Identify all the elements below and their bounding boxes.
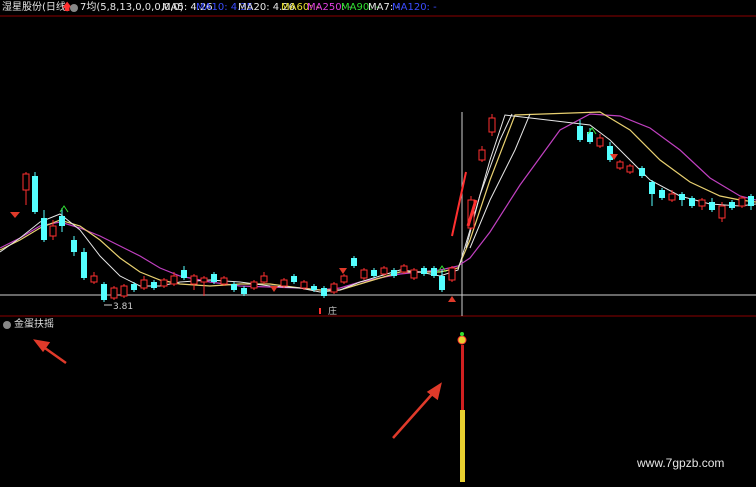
candle-body (391, 270, 397, 276)
candle-body (626, 165, 634, 173)
candle-body (131, 284, 137, 290)
candle-body (668, 193, 676, 201)
candle-body (596, 137, 604, 147)
candle-body (81, 252, 87, 278)
candle-body (280, 279, 288, 287)
candle-body (400, 265, 408, 273)
kline-chart[interactable]: 3.81 庄 (0, 0, 756, 487)
indicator-name[interactable]: 金蛋扶摇 (14, 318, 54, 332)
annotation-arrow-left (33, 339, 67, 365)
candle-body (729, 202, 735, 208)
candle-body (698, 199, 706, 207)
trend-stroke (451, 171, 467, 237)
candle-body (49, 225, 57, 237)
annotation-arrow-right (392, 382, 442, 439)
sell-arrow-icon (339, 268, 347, 274)
candle-body (410, 269, 418, 279)
ma-extra-line-2 (469, 113, 531, 249)
candle-body (351, 258, 357, 266)
ma-short-line (0, 114, 756, 293)
candle-body (616, 161, 624, 169)
candle-body (639, 168, 645, 176)
candle-body (380, 267, 388, 275)
candle-body (371, 270, 377, 276)
candle-body (689, 198, 695, 206)
candle-body (32, 176, 38, 212)
low-price-label: 3.81 (113, 302, 133, 312)
candle-body (181, 270, 187, 278)
indicator-dot-icon[interactable] (3, 321, 11, 329)
candle-body (211, 274, 217, 282)
candle-body (577, 126, 583, 140)
candle-body (160, 279, 168, 287)
candle-body (311, 286, 317, 290)
candle-body (101, 284, 107, 300)
ma-long-line (0, 113, 756, 291)
candle-body (250, 281, 258, 289)
candle-body (321, 288, 327, 296)
candle-body (190, 275, 198, 285)
watermark: www.7gpzb.com (637, 456, 725, 470)
candle-body (607, 146, 613, 160)
candle-body (22, 173, 30, 191)
candle-body (709, 202, 715, 210)
candle-body (340, 275, 348, 283)
candle-body (738, 197, 746, 207)
candle-body (241, 288, 247, 294)
candle-body (300, 281, 308, 289)
candle-body (659, 190, 665, 198)
candle-body (110, 287, 118, 299)
candle-body (330, 283, 338, 293)
golden-egg-icon (457, 335, 467, 345)
candle-body (679, 194, 685, 200)
candle-body (360, 269, 368, 279)
candle-body (220, 277, 228, 285)
candle-body (748, 196, 754, 206)
candle-body (649, 182, 655, 194)
zhuang-marker: 庄 (328, 305, 337, 317)
club-icon (59, 205, 69, 213)
candle-body (120, 285, 128, 297)
sell-arrow-icon (270, 286, 278, 292)
indicator-bar-red (461, 345, 464, 410)
candle-body (170, 275, 178, 285)
candle-body (448, 267, 456, 281)
candle-body (140, 279, 148, 289)
candle-body (59, 216, 65, 226)
candle-body (41, 218, 47, 240)
candle-body (151, 282, 157, 288)
buy-arrow-icon (448, 296, 456, 302)
candle-body (90, 275, 98, 283)
candle-body (200, 277, 208, 283)
small-red-bar (319, 308, 321, 314)
candle-body (231, 284, 237, 290)
ma-mid-line (0, 111, 756, 291)
candle-body (488, 117, 496, 133)
sell-arrow-icon (10, 212, 20, 218)
candle-body (439, 276, 445, 290)
candle-body (431, 268, 437, 276)
candle-body (421, 268, 427, 274)
candle-body (260, 275, 268, 283)
candle-body (291, 276, 297, 282)
candle-body (478, 149, 486, 161)
candle-body (718, 205, 726, 219)
candle-body (71, 240, 77, 252)
indicator-bar-yellow (460, 410, 465, 482)
